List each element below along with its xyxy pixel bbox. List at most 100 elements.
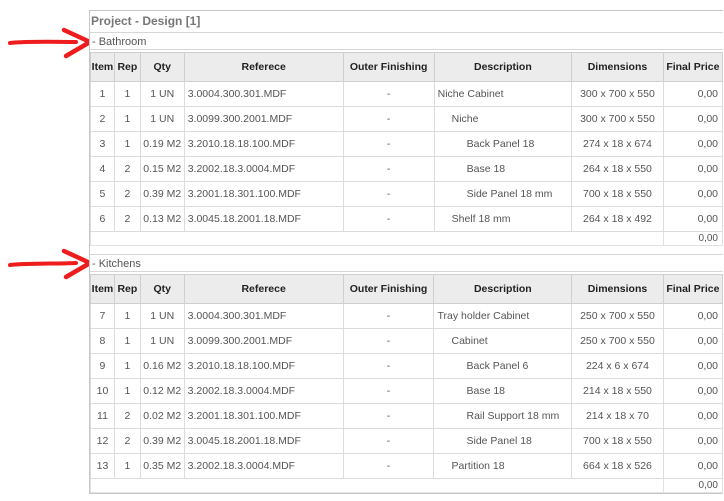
reference-cell: 3.0099.300.2001.MDF [183,328,344,354]
outer-finishing-cell: - [342,428,435,454]
reference-cell: 3.0045.18.2001.18.MDF [183,206,344,232]
outer-finishing-cell: - [342,453,435,479]
qty-cell: 0.16 M2 [139,353,185,379]
total-spacer [90,478,664,493]
total-spacer [90,231,664,246]
table-header-row: Item Rep Qty Referece Outer Finishing Descrip… [90,52,723,82]
description-cell: Cabinet [433,328,573,354]
section-total-row: 0,00 [90,231,723,246]
table-row[interactable]: 111 UN 3.0004.300.301.MDF - Niche Cabinet 30… [90,81,723,107]
dimensions-cell: 264 x 18 x 492 [571,206,664,232]
section-total-row: 0,00 [90,478,723,493]
column-header-outer-finishing-col[interactable]: Outer Finishing [342,52,435,82]
outer-finishing-cell: - [342,131,435,157]
column-header-qty-col[interactable]: Qty [139,274,185,304]
project-report: Project - Design [1] - Bathroom Item Rep Qt… [89,10,723,494]
item-cell: 1 [90,81,115,107]
table-row[interactable]: 3 1 0.19 M2 3.2010.18.18.100.MDF - Back Panel… [90,131,723,157]
qty-cell: 0.19 M2 [139,131,185,157]
section-header: - Kitchens [90,254,723,272]
column-header-item-col[interactable]: Item [90,274,115,304]
item-cell: 9 [90,353,115,379]
page-title: Project - Design [1] [91,14,201,28]
column-header-dimensions-col[interactable]: Dimensions [571,274,664,304]
rep-cell: 1 [113,303,141,329]
outer-finishing-cell: - [342,206,435,232]
description-cell: Partition 18 [433,453,573,479]
outer-finishing-cell: - [342,328,435,354]
description-cell: Niche [433,106,573,132]
final-price-cell: 0,00 [662,303,723,329]
dimensions-cell: 664 x 18 x 526 [571,453,664,479]
outer-finishing-cell: - [342,353,435,379]
final-price-cell: 0,00 [662,378,723,404]
qty-cell: 1 UN [139,328,185,354]
rep-cell: 2 [113,156,141,182]
table-header-row: Item Rep Qty Referece Outer Finishing Descrip… [90,274,723,304]
dimensions-cell: 224 x 6 x 674 [571,353,664,379]
column-header-outer-finishing-col[interactable]: Outer Finishing [342,274,435,304]
section-total-value: 0,00 [662,478,723,493]
rep-cell: 1 [113,453,141,479]
reference-cell: 3.2010.18.18.100.MDF [183,353,344,379]
column-header-rep-col[interactable]: Rep [113,274,141,304]
table-row[interactable]: 6 2 0.13 M2 3.0045.18.2001.18.MDF - Shelf 18 … [90,206,723,232]
arrow-right-icon [8,27,93,59]
qty-cell: 0.12 M2 [139,378,185,404]
outer-finishing-cell: - [342,81,435,107]
column-header-description-col[interactable]: Description [433,52,573,82]
table-row[interactable]: 12 2 0.39 M2 3.0045.18.2001.18.MDF - Side Pan… [90,428,723,454]
final-price-cell: 0,00 [662,106,723,132]
rep-cell: 1 [113,106,141,132]
table-row[interactable]: 13 1 0.35 M2 3.2002.18.3.0004.MDF - Partition… [90,453,723,479]
qty-cell: 0.13 M2 [139,206,185,232]
table-row[interactable]: 5 2 0.39 M2 3.2001.18.301.100.MDF - Side Pane… [90,181,723,207]
final-price-cell: 0,00 [662,206,723,232]
reference-cell: 3.0004.300.301.MDF [183,81,344,107]
column-header-reference-col[interactable]: Referece [183,274,344,304]
final-price-cell: 0,00 [662,156,723,182]
column-header-description-col[interactable]: Description [433,274,573,304]
table-row[interactable]: 211 UN 3.0099.300.2001.MDF - Niche 300 x 700… [90,106,723,132]
final-price-cell: 0,00 [662,181,723,207]
final-price-cell: 0,00 [662,403,723,429]
table-row[interactable]: 4 2 0.15 M2 3.2002.18.3.0004.MDF - Base 18 264… [90,156,723,182]
column-header-qty-col[interactable]: Qty [139,52,185,82]
outer-finishing-cell: - [342,181,435,207]
item-cell: 6 [90,206,115,232]
rep-cell: 2 [113,428,141,454]
qty-cell: 0.39 M2 [139,181,185,207]
description-cell: Tray holder Cabinet [433,303,573,329]
table-row[interactable]: 9 1 0.16 M2 3.2010.18.18.100.MDF - Back Panel… [90,353,723,379]
reference-cell: 3.2002.18.3.0004.MDF [183,156,344,182]
qty-cell: 0.15 M2 [139,156,185,182]
column-header-final-price-col[interactable]: Final Price [662,274,723,304]
table-row[interactable]: 711 UN 3.0004.300.301.MDF - Tray holder Cab… [90,303,723,329]
dimensions-cell: 250 x 700 x 550 [571,303,664,329]
final-price-cell: 0,00 [662,131,723,157]
column-header-rep-col[interactable]: Rep [113,52,141,82]
item-cell: 2 [90,106,115,132]
qty-cell: 0.02 M2 [139,403,185,429]
description-cell: Base 18 [433,378,573,404]
items-table: Item Rep Qty Referece Outer Finishing Descrip… [90,52,723,246]
table-row[interactable]: 811 UN 3.0099.300.2001.MDF - Cabinet 250 x 7… [90,328,723,354]
column-header-reference-col[interactable]: Referece [183,52,344,82]
arrow-right-icon [8,248,93,280]
item-cell: 3 [90,131,115,157]
column-header-dimensions-col[interactable]: Dimensions [571,52,664,82]
table-row[interactable]: 10 1 0.12 M2 3.2002.18.3.0004.MDF - Base 18 21… [90,378,723,404]
reference-cell: 3.0099.300.2001.MDF [183,106,344,132]
item-cell: 5 [90,181,115,207]
dimensions-cell: 264 x 18 x 550 [571,156,664,182]
dimensions-cell: 214 x 18 x 550 [571,378,664,404]
column-header-item-col[interactable]: Item [90,52,115,82]
table-row[interactable]: 11 2 0.02 M2 3.2001.18.301.100.MDF - Rail Sup… [90,403,723,429]
final-price-cell: 0,00 [662,353,723,379]
final-price-cell: 0,00 [662,81,723,107]
column-header-final-price-col[interactable]: Final Price [662,52,723,82]
outer-finishing-cell: - [342,378,435,404]
dimensions-cell: 274 x 18 x 674 [571,131,664,157]
reference-cell: 3.2001.18.301.100.MDF [183,403,344,429]
outer-finishing-cell: - [342,106,435,132]
